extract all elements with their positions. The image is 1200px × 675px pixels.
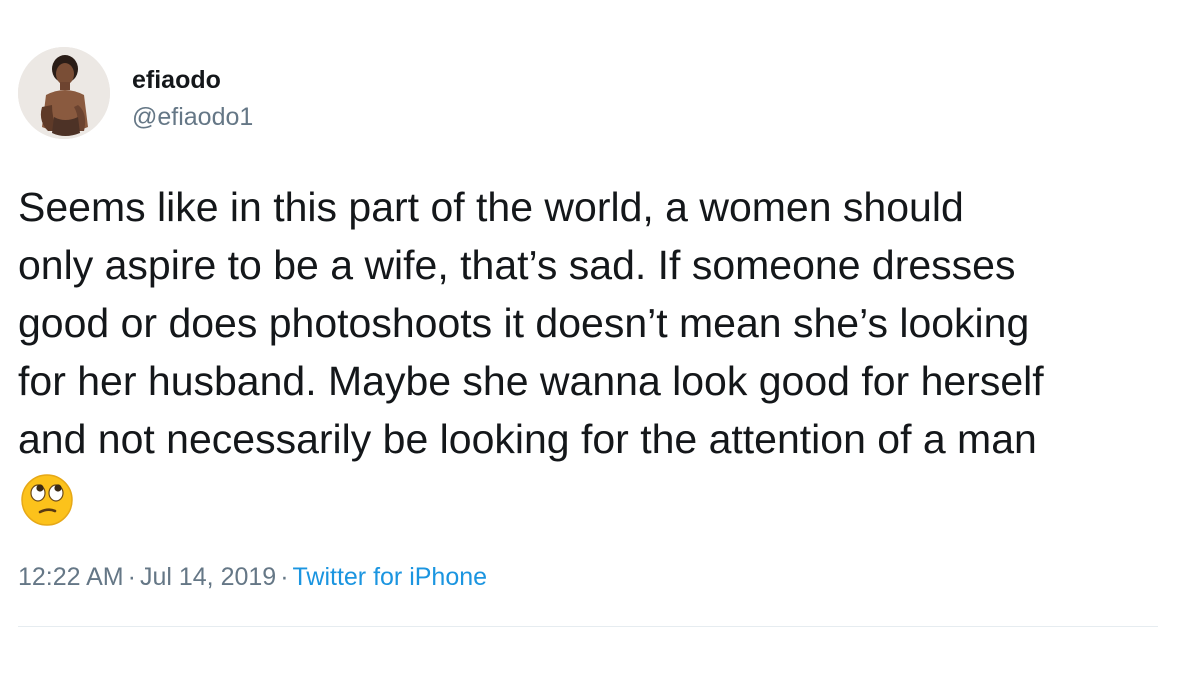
avatar-photo-icon bbox=[18, 47, 110, 139]
tweet-text-line: only aspire to be a wife, that’s sad. If… bbox=[18, 242, 1016, 288]
display-name[interactable]: efiaodo bbox=[132, 66, 221, 94]
tweet-text-line: and not necessarily be looking for the a… bbox=[18, 416, 1037, 462]
tweet-text-line: Seems like in this part of the world, a … bbox=[18, 184, 964, 230]
meta-separator: · bbox=[280, 563, 289, 591]
divider bbox=[18, 626, 1158, 627]
tweet-text-line: for her husband. Maybe she wanna look go… bbox=[18, 358, 1044, 404]
meta-separator: · bbox=[127, 563, 136, 591]
user-handle[interactable]: @efiaodo1 bbox=[132, 103, 253, 131]
rolling-eyes-emoji-icon bbox=[20, 473, 74, 527]
tweet-text-line: good or does photoshoots it doesn’t mean… bbox=[18, 300, 1030, 346]
avatar[interactable] bbox=[18, 47, 110, 139]
tweet-meta: 12:22 AM · Jul 14, 2019 · Twitter for iPhone bbox=[18, 562, 487, 592]
tweet-date[interactable]: Jul 14, 2019 bbox=[140, 563, 276, 591]
tweet-card: efiaodo @efiaodo1 Seems like in this par… bbox=[0, 0, 1200, 675]
tweet-source-link[interactable]: Twitter for iPhone bbox=[293, 563, 488, 591]
tweet-text: Seems like in this part of the world, a … bbox=[18, 178, 1188, 468]
tweet-time[interactable]: 12:22 AM bbox=[18, 563, 124, 591]
